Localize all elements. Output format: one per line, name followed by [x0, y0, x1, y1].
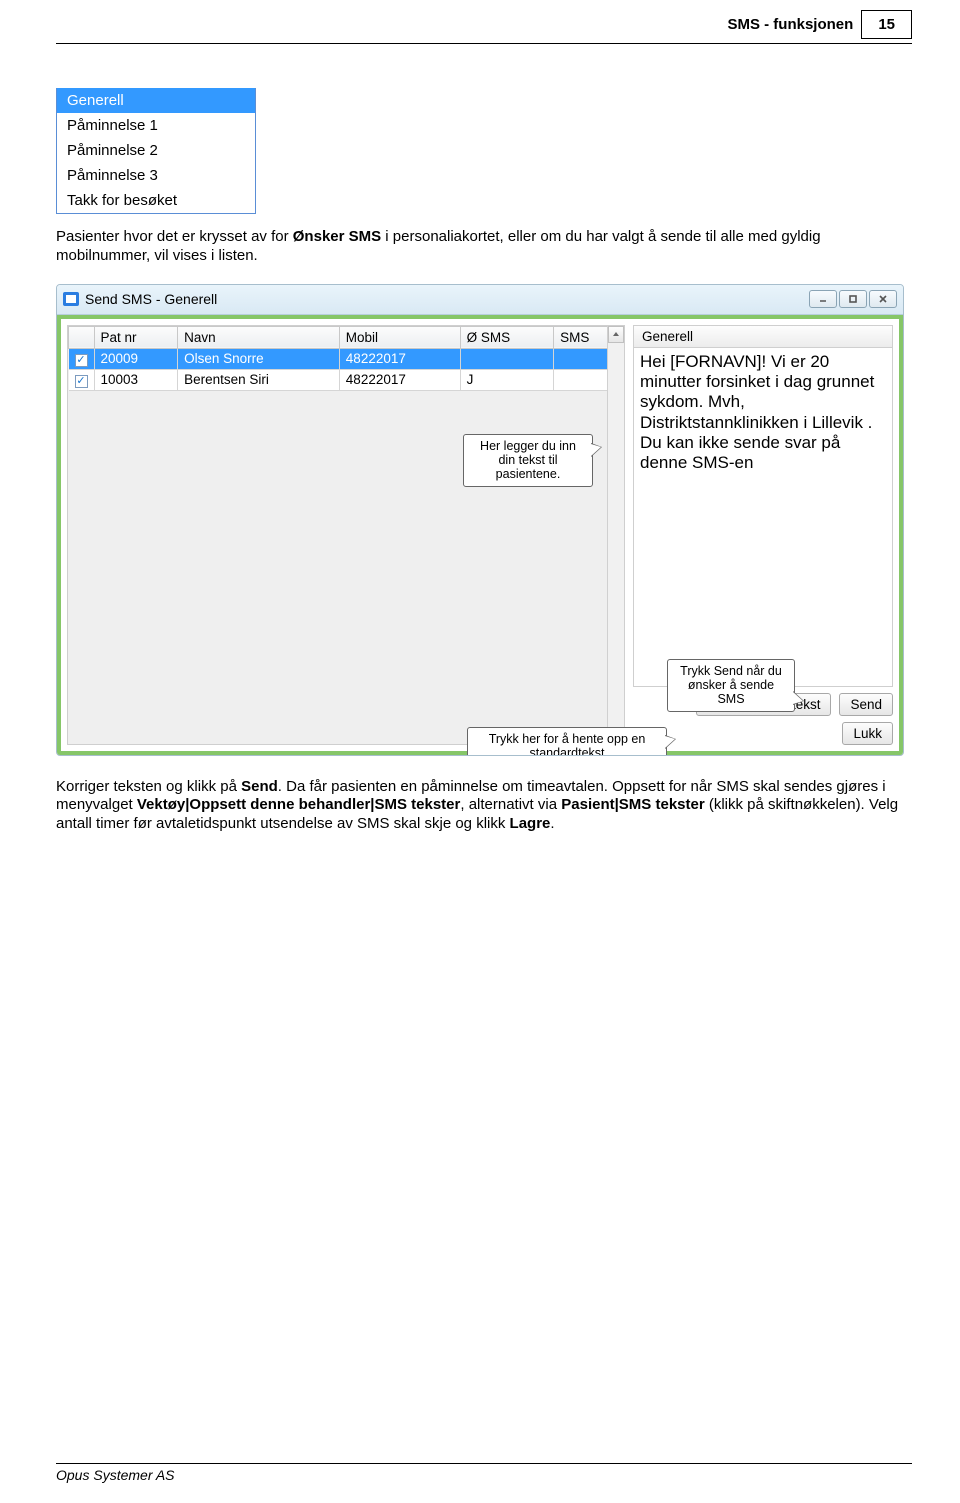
- lukk-button[interactable]: Lukk: [842, 722, 893, 745]
- cell-osms: J: [460, 369, 553, 390]
- dropdown-item-paminnelse2[interactable]: Påminnelse 2: [57, 138, 255, 163]
- cell-mobil: 48222017: [339, 348, 460, 369]
- sms-text-editor[interactable]: Hei [FORNAVN]! Vi er 20 minutter forsink…: [633, 348, 893, 687]
- dropdown-item-generell[interactable]: Generell: [57, 88, 255, 113]
- cell-mobil: 48222017: [339, 369, 460, 390]
- row-checkbox[interactable]: [75, 375, 88, 388]
- callout-send: Trykk Send når du ønsker å sende SMS: [667, 659, 795, 712]
- cell-navn: Olsen Snorre: [178, 348, 340, 369]
- table-row[interactable]: 10003 Berentsen Siri 48222017 J: [69, 369, 624, 390]
- scroll-up-button[interactable]: [608, 326, 624, 343]
- vertical-scrollbar[interactable]: [607, 326, 624, 744]
- table-row[interactable]: 20009 Olsen Snorre 48222017: [69, 348, 624, 369]
- dropdown-item-paminnelse1[interactable]: Påminnelse 1: [57, 113, 255, 138]
- header-rule: [56, 43, 912, 44]
- window-title: Send SMS - Generell: [85, 291, 217, 307]
- cell-patnr: 10003: [94, 369, 178, 390]
- cell-navn: Berentsen Siri: [178, 369, 340, 390]
- callout-hent-standardtekst: Trykk her for å hente opp en standardtek…: [467, 727, 667, 756]
- send-button[interactable]: Send: [839, 693, 893, 716]
- sms-template-dropdown-list[interactable]: Generell Påminnelse 1 Påminnelse 2 Påmin…: [56, 88, 256, 214]
- header-page-number: 15: [861, 10, 912, 39]
- sms-icon: [63, 292, 79, 306]
- callout-text-field: Her legger du inn din tekst til pasiente…: [463, 434, 593, 487]
- col-header-check[interactable]: [69, 326, 95, 348]
- dropdown-item-takk[interactable]: Takk for besøket: [57, 188, 255, 213]
- row-checkbox[interactable]: [75, 354, 88, 367]
- maximize-button[interactable]: [839, 290, 867, 308]
- dropdown-item-paminnelse3[interactable]: Påminnelse 3: [57, 163, 255, 188]
- patient-table[interactable]: Pat nr Navn Mobil Ø SMS SMS 20009 Olsen …: [68, 326, 624, 391]
- body-paragraph-1: Pasienter hvor det er krysset av for Øns…: [56, 228, 904, 266]
- window-titlebar: Send SMS - Generell: [57, 285, 903, 315]
- cell-osms: [460, 348, 553, 369]
- patient-table-panel: Pat nr Navn Mobil Ø SMS SMS 20009 Olsen …: [67, 325, 625, 745]
- col-header-mobil[interactable]: Mobil: [339, 326, 460, 348]
- col-header-osms[interactable]: Ø SMS: [460, 326, 553, 348]
- close-button[interactable]: [869, 290, 897, 308]
- template-name-header: Generell: [633, 325, 893, 348]
- page-header: SMS - funksjonen 15: [0, 0, 960, 43]
- cell-patnr: 20009: [94, 348, 178, 369]
- body-paragraph-2: Korriger teksten og klikk på Send. Da få…: [56, 778, 904, 834]
- page-footer: Opus Systemer AS: [56, 1463, 912, 1483]
- minimize-button[interactable]: [809, 290, 837, 308]
- footer-company: Opus Systemer AS: [56, 1467, 912, 1483]
- col-header-navn[interactable]: Navn: [178, 326, 340, 348]
- header-title: SMS - funksjonen: [727, 16, 853, 33]
- table-header-row: Pat nr Navn Mobil Ø SMS SMS: [69, 326, 624, 348]
- send-sms-window: Send SMS - Generell Pat nr Navn Mobil Ø: [56, 284, 904, 756]
- col-header-patnr[interactable]: Pat nr: [94, 326, 178, 348]
